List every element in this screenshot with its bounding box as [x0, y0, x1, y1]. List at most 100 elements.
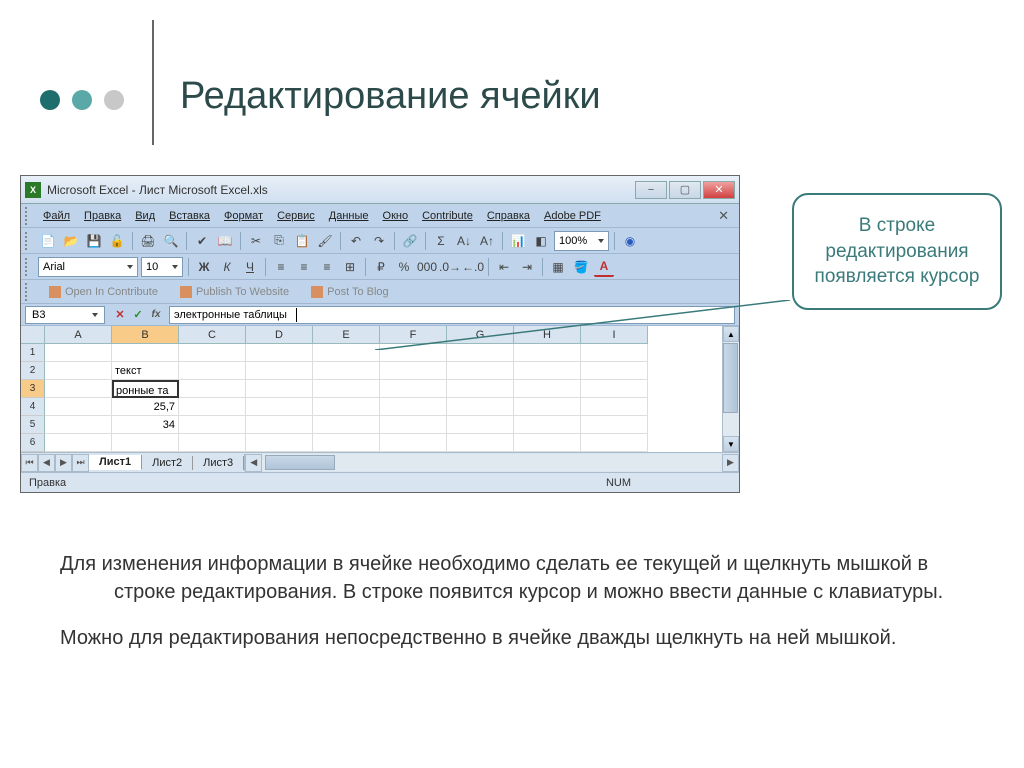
copy-button[interactable]: ⎘ [269, 231, 289, 251]
font-size-select[interactable]: 10 [141, 257, 183, 277]
cell[interactable] [179, 362, 246, 380]
maximize-button[interactable]: ▢ [669, 181, 701, 199]
tab-nav-first-button[interactable]: ⏮ [21, 454, 38, 472]
menu-insert[interactable]: Вставка [163, 208, 216, 224]
cell[interactable] [45, 398, 112, 416]
menu-format[interactable]: Формат [218, 208, 269, 224]
cell[interactable] [514, 398, 581, 416]
cell[interactable] [246, 398, 313, 416]
redo-button[interactable]: ↷ [369, 231, 389, 251]
cell[interactable] [581, 380, 648, 398]
cell[interactable] [313, 344, 380, 362]
cell[interactable] [447, 362, 514, 380]
cell[interactable] [179, 398, 246, 416]
cell[interactable] [45, 344, 112, 362]
currency-button[interactable]: ₽ [371, 257, 391, 277]
cell[interactable] [179, 344, 246, 362]
column-header[interactable]: D [246, 326, 313, 344]
format-painter-button[interactable]: 🖌 [315, 231, 335, 251]
cell[interactable] [514, 380, 581, 398]
cell[interactable] [45, 434, 112, 452]
close-button[interactable]: ✕ [703, 181, 735, 199]
menu-contribute[interactable]: Contribute [416, 208, 479, 224]
cell[interactable] [447, 416, 514, 434]
column-header[interactable]: A [45, 326, 112, 344]
post-blog-button[interactable]: Post To Blog [303, 284, 397, 300]
column-header[interactable]: C [179, 326, 246, 344]
cell[interactable] [313, 362, 380, 380]
cell[interactable] [581, 434, 648, 452]
menu-window[interactable]: Окно [377, 208, 415, 224]
italic-button[interactable]: К [217, 257, 237, 277]
cell[interactable] [581, 398, 648, 416]
cell[interactable]: текст [112, 362, 179, 380]
new-button[interactable]: 📄 [38, 231, 58, 251]
cell[interactable] [45, 362, 112, 380]
cell[interactable] [112, 344, 179, 362]
percent-button[interactable]: % [394, 257, 414, 277]
row-header[interactable]: 1 [21, 344, 45, 362]
menu-grip-icon[interactable] [25, 207, 31, 225]
cell[interactable] [447, 380, 514, 398]
cell[interactable] [380, 380, 447, 398]
column-header[interactable]: B [112, 326, 179, 344]
permission-button[interactable]: 🔓 [107, 231, 127, 251]
cell[interactable] [246, 380, 313, 398]
row-header[interactable]: 3 [21, 380, 45, 398]
research-button[interactable]: 📖 [215, 231, 235, 251]
open-button[interactable]: 📂 [61, 231, 81, 251]
row-header[interactable]: 5 [21, 416, 45, 434]
cell[interactable] [514, 362, 581, 380]
cell[interactable] [581, 416, 648, 434]
cell[interactable] [514, 416, 581, 434]
formula-cancel-button[interactable]: ✕ [111, 306, 129, 324]
formula-enter-button[interactable]: ✓ [129, 306, 147, 324]
autosum-button[interactable]: Σ [431, 231, 451, 251]
open-contribute-button[interactable]: Open In Contribute [41, 284, 166, 300]
scroll-right-button[interactable]: ▶ [722, 454, 739, 472]
paste-button[interactable]: 📋 [292, 231, 312, 251]
hyperlink-button[interactable]: 🔗 [400, 231, 420, 251]
cell[interactable]: 25,7 [112, 398, 179, 416]
toolbar-grip-icon[interactable] [25, 283, 31, 301]
menu-view[interactable]: Вид [129, 208, 161, 224]
sheet-tab[interactable]: Лист1 [89, 455, 142, 470]
cell[interactable] [112, 434, 179, 452]
row-header[interactable]: 6 [21, 434, 45, 452]
cell[interactable] [313, 398, 380, 416]
merge-center-button[interactable]: ⊞ [340, 257, 360, 277]
cell[interactable] [179, 416, 246, 434]
scroll-left-button[interactable]: ◀ [245, 454, 262, 472]
decrease-indent-button[interactable]: ⇤ [494, 257, 514, 277]
bold-button[interactable]: Ж [194, 257, 214, 277]
row-header[interactable]: 2 [21, 362, 45, 380]
cell[interactable] [179, 380, 246, 398]
spellcheck-button[interactable]: ✔ [192, 231, 212, 251]
cell[interactable]: 34 [112, 416, 179, 434]
name-box[interactable]: B3 [25, 306, 105, 324]
cell[interactable] [246, 416, 313, 434]
tab-nav-next-button[interactable]: ▶ [55, 454, 72, 472]
insert-function-button[interactable]: fx [147, 306, 165, 324]
underline-button[interactable]: Ч [240, 257, 260, 277]
fill-color-button[interactable]: 🪣 [571, 257, 591, 277]
column-header[interactable]: E [313, 326, 380, 344]
save-button[interactable]: 💾 [84, 231, 104, 251]
drawing-button[interactable]: ◧ [531, 231, 551, 251]
align-left-button[interactable]: ≡ [271, 257, 291, 277]
cell[interactable] [313, 380, 380, 398]
menu-adobe-pdf[interactable]: Adobe PDF [538, 208, 607, 224]
cell[interactable] [179, 434, 246, 452]
cell[interactable] [246, 434, 313, 452]
menu-tools[interactable]: Сервис [271, 208, 321, 224]
align-center-button[interactable]: ≡ [294, 257, 314, 277]
cell[interactable] [45, 380, 112, 398]
tab-nav-prev-button[interactable]: ◀ [38, 454, 55, 472]
publish-website-button[interactable]: Publish To Website [172, 284, 297, 300]
decrease-decimal-button[interactable]: ←.0 [463, 257, 483, 277]
increase-indent-button[interactable]: ⇥ [517, 257, 537, 277]
scroll-thumb[interactable] [265, 455, 335, 470]
cell[interactable] [380, 398, 447, 416]
cell[interactable] [380, 362, 447, 380]
undo-button[interactable]: ↶ [346, 231, 366, 251]
